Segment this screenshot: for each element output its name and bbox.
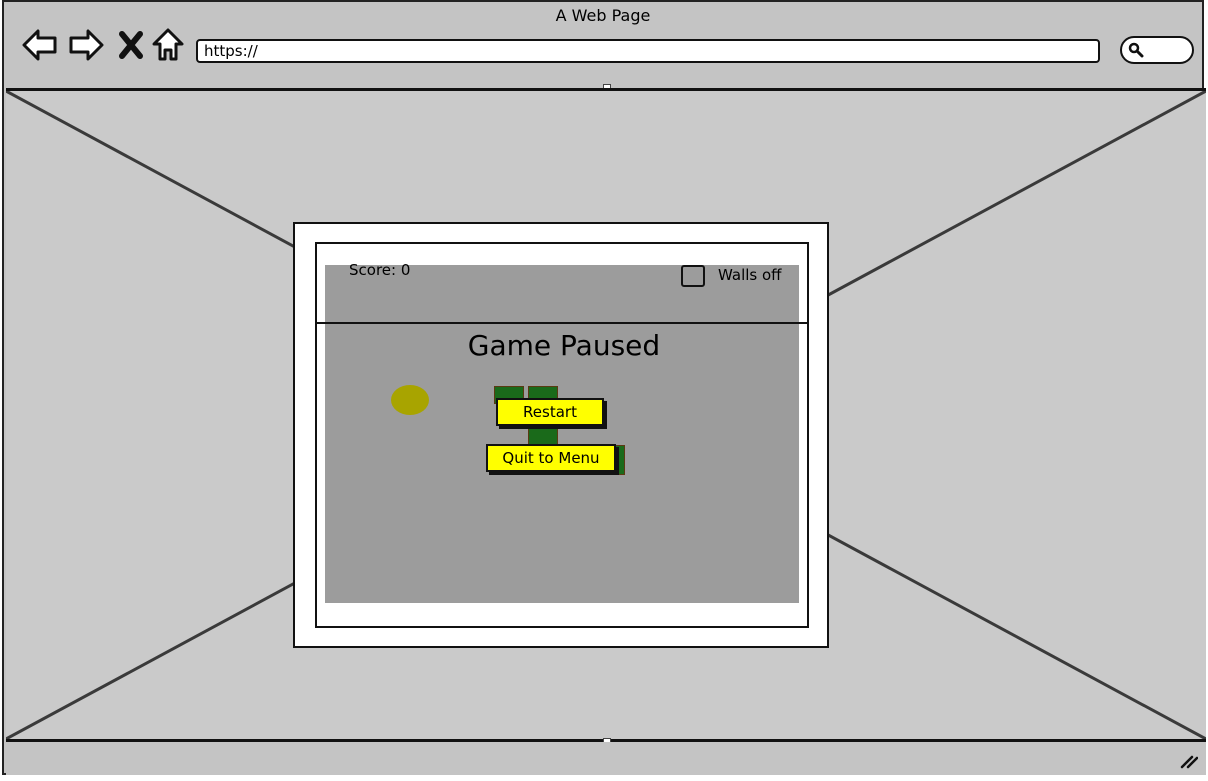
paused-title: Game Paused	[467, 329, 661, 362]
hud-divider	[315, 322, 809, 324]
browser-window: A Web Page https:// Score: 0 Walls off G…	[2, 0, 1206, 775]
search-button[interactable]	[1120, 36, 1194, 64]
game-container: Score: 0 Walls off Game Paused Restart Q…	[315, 242, 809, 628]
close-x-icon[interactable]	[114, 27, 150, 63]
status-bar	[6, 742, 1206, 775]
game-frame: Score: 0 Walls off Game Paused Restart Q…	[293, 222, 829, 648]
quit-to-menu-button[interactable]: Quit to Menu	[486, 444, 616, 472]
resize-grip-icon[interactable]	[1180, 753, 1198, 769]
play-area: Score: 0 Walls off Game Paused Restart Q…	[315, 261, 809, 603]
forward-arrow-icon[interactable]	[68, 27, 104, 63]
back-arrow-icon[interactable]	[22, 27, 58, 63]
search-icon	[1128, 42, 1144, 58]
restart-button[interactable]: Restart	[496, 398, 604, 426]
walls-label: Walls off	[718, 266, 782, 284]
score-label: Score: 0	[349, 261, 411, 279]
walls-checkbox[interactable]	[681, 265, 705, 287]
window-title: A Web Page	[555, 6, 651, 25]
page-viewport: Score: 0 Walls off Game Paused Restart Q…	[6, 88, 1206, 742]
url-input[interactable]: https://	[196, 39, 1100, 63]
food-item	[391, 385, 429, 415]
home-icon[interactable]	[150, 27, 186, 63]
